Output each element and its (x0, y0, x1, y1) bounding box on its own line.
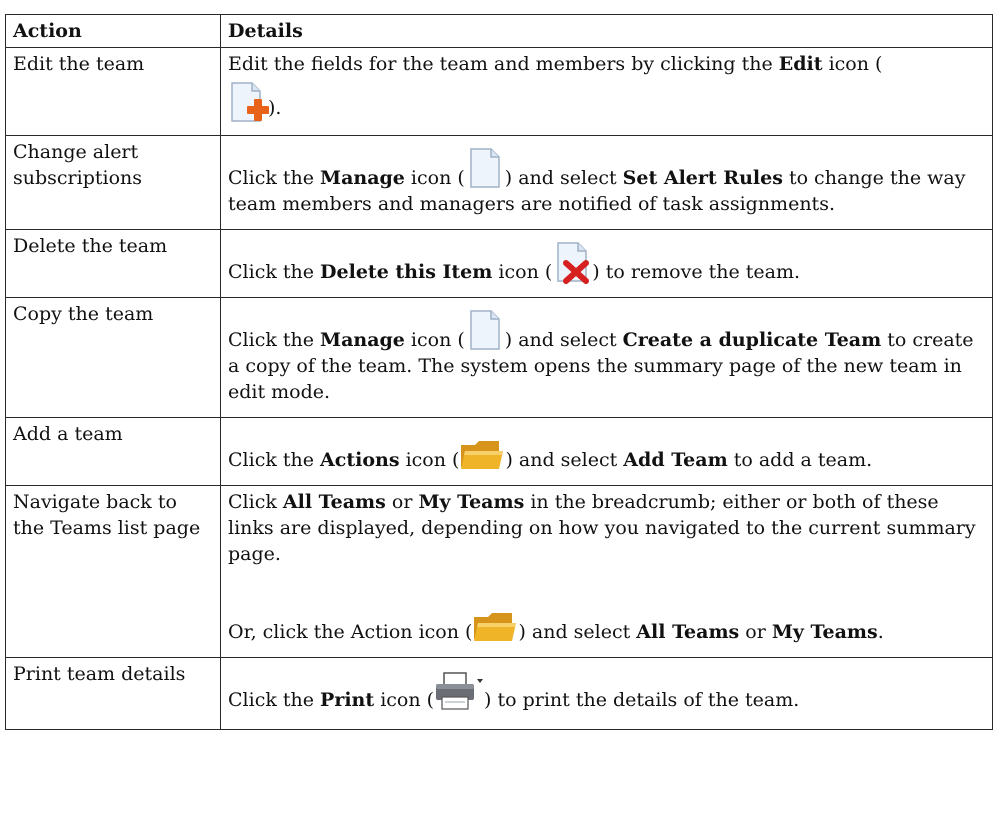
action-cell: Delete the team (5, 229, 221, 298)
details-text: ) and select (505, 449, 624, 471)
edit-icon (228, 77, 269, 122)
details-text: ) to print the details of the team. (484, 689, 800, 711)
details-cell: Click the Delete this Item icon ( ) to r… (220, 229, 993, 298)
details-text: Or, click the Action icon ( (228, 621, 473, 643)
details-text: Click the (228, 329, 321, 351)
ui-term: Delete this Item (320, 261, 493, 283)
ui-term: Manage (320, 167, 405, 189)
table-row: Navigate back to the Teams list page Cli… (5, 485, 993, 658)
details-text: Click (228, 491, 283, 513)
details-text: Click the (228, 167, 321, 189)
header-details: Details (220, 14, 993, 48)
details-text: . (877, 621, 884, 643)
details-text: icon ( (822, 53, 883, 75)
table-row: Edit the team Edit the fields for the te… (5, 47, 993, 136)
details-cell: Click the Manage icon ( ) and select Set… (220, 135, 993, 230)
details-text: to add a team. (727, 449, 873, 471)
table-row: Copy the team Click the Manage icon ( ) … (5, 297, 993, 418)
details-text: or (385, 491, 419, 513)
details-text: icon ( (404, 329, 465, 351)
printer-icon (434, 671, 484, 713)
table-row: Add a team Click the Actions icon ( ) an… (5, 417, 993, 486)
details-text: icon ( (404, 167, 465, 189)
details-cell: Click the Print icon ( ) to print the de… (220, 657, 993, 730)
ui-term: All Teams (636, 621, 740, 643)
details-cell: Click the Manage icon ( ) and select Cre… (220, 297, 993, 418)
details-text: ) and select (504, 167, 623, 189)
ui-term: Create a duplicate Team (622, 329, 882, 351)
action-cell: Print team details (5, 657, 221, 730)
table-row: Print team details Click the Print icon … (5, 657, 993, 730)
ui-term: My Teams (771, 621, 878, 643)
details-text: Edit the fields for the team and members… (228, 53, 779, 75)
table-row: Delete the team Click the Delete this It… (5, 229, 993, 298)
action-cell: Change alert subscriptions (5, 135, 221, 230)
ui-term: Set Alert Rules (622, 167, 783, 189)
manage-icon (465, 147, 505, 191)
ui-term: My Teams (418, 491, 525, 513)
ui-term: Edit (778, 53, 823, 75)
details-text: ) and select (518, 621, 637, 643)
details-cell: Click the Actions icon ( ) and select Ad… (220, 417, 993, 486)
ui-term: All Teams (282, 491, 386, 513)
header-action: Action (5, 14, 221, 48)
details-text: ) to remove the team. (592, 261, 801, 283)
details-text: Click the (228, 449, 321, 471)
details-text: icon ( (492, 261, 553, 283)
ui-term: Manage (320, 329, 405, 351)
action-cell: Navigate back to the Teams list page (5, 485, 221, 658)
table-header-row: Action Details (5, 14, 993, 48)
details-text: or (739, 621, 772, 643)
details-text: icon ( (399, 449, 460, 471)
folder-icon (472, 609, 518, 645)
manage-icon (465, 309, 505, 353)
actions-table: Action Details Edit the team Edit the fi… (5, 14, 993, 730)
action-cell: Edit the team (5, 47, 221, 136)
action-cell: Add a team (5, 417, 221, 486)
ui-term: Print (320, 689, 375, 711)
ui-term: Add Team (623, 449, 728, 471)
table-row: Change alert subscriptions Click the Man… (5, 135, 993, 230)
delete-icon (552, 241, 592, 285)
folder-icon (459, 437, 505, 473)
details-cell: Edit the fields for the team and members… (220, 47, 993, 136)
details-cell: Click All Teams or My Teams in the bread… (220, 485, 993, 658)
details-text: icon ( (374, 689, 435, 711)
details-text: Click the (228, 689, 321, 711)
details-text: Click the (228, 261, 321, 283)
ui-term: Actions (320, 449, 400, 471)
action-cell: Copy the team (5, 297, 221, 418)
details-text: ) and select (504, 329, 623, 351)
